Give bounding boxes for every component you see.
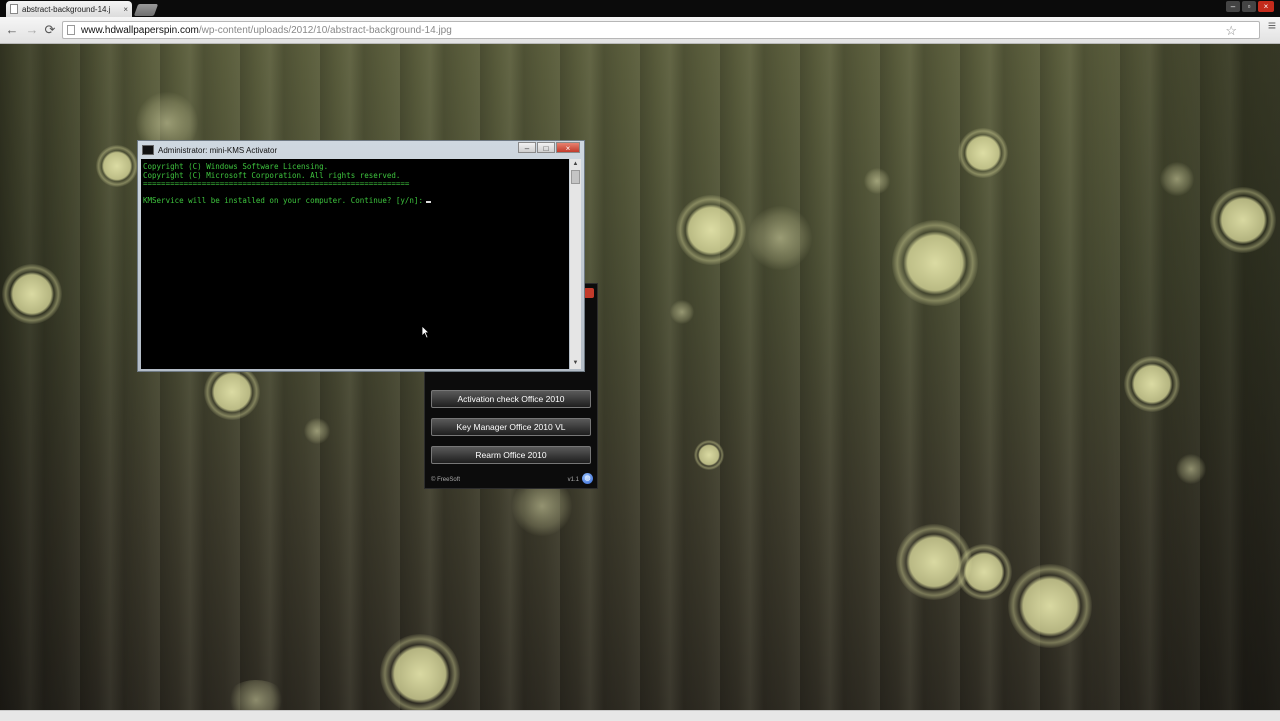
kms-footer-credit: © FreeSoft xyxy=(431,477,461,483)
page-icon xyxy=(67,25,75,35)
bokeh-circle xyxy=(1008,564,1092,648)
scroll-down-icon[interactable]: ▼ xyxy=(571,359,580,368)
bokeh-circle xyxy=(748,206,812,270)
browser-bottom-edge xyxy=(0,710,1280,721)
bokeh-circle xyxy=(864,168,890,194)
new-tab-button[interactable] xyxy=(133,4,159,16)
kms-close-button[interactable] xyxy=(584,288,594,298)
window-controls: – ▫ × xyxy=(1226,1,1274,12)
bokeh-circle xyxy=(1160,162,1194,196)
browser-toolbar: ← → ⟳ www.hdwallpaperspin.com /wp-conten… xyxy=(0,17,1280,44)
kms-version: v1.1 xyxy=(567,477,579,483)
bokeh-circle xyxy=(694,440,724,470)
console-prompt-line: KMService will be installed on your comp… xyxy=(143,196,431,205)
scroll-thumb[interactable] xyxy=(571,170,580,184)
console-icon xyxy=(142,145,154,155)
console-output[interactable]: Copyright (C) Windows Software Licensing… xyxy=(141,159,569,369)
console-window: Administrator: mini-KMS Activator – □ × … xyxy=(137,140,585,372)
bokeh-circle xyxy=(380,634,460,710)
browser-titlebar: abstract-background-14.j × – ▫ × xyxy=(0,0,1280,17)
key-manager-office-button[interactable]: Key Manager Office 2010 VL xyxy=(431,418,591,436)
tab-title: abstract-background-14.j xyxy=(22,4,111,14)
bookmark-star-icon[interactable]: ☆ xyxy=(1225,23,1237,39)
url-path: /wp-content/uploads/2012/10/abstract-bac… xyxy=(198,24,452,36)
globe-icon[interactable]: ◍ xyxy=(582,473,593,484)
bokeh-circle xyxy=(892,220,978,306)
bokeh-circle xyxy=(304,418,330,444)
page-icon xyxy=(10,4,18,14)
close-button[interactable]: × xyxy=(1258,1,1274,12)
maximize-button[interactable]: ▫ xyxy=(1242,1,1256,12)
browser-tab[interactable]: abstract-background-14.j × xyxy=(6,1,132,17)
console-close-button[interactable]: × xyxy=(556,142,580,153)
bokeh-circle xyxy=(204,364,260,420)
console-scrollbar[interactable]: ▲ ▼ xyxy=(570,159,581,369)
bokeh-circle xyxy=(956,544,1012,600)
bokeh-circle xyxy=(1124,356,1180,412)
console-window-controls: – □ × xyxy=(518,142,580,153)
bokeh-circle xyxy=(2,264,62,324)
bokeh-circle xyxy=(96,145,138,187)
console-minimize-button[interactable]: – xyxy=(518,142,536,153)
activation-check-office-button[interactable]: Activation check Office 2010 xyxy=(431,390,591,408)
tab-close-icon[interactable]: × xyxy=(123,5,128,14)
bokeh-circle xyxy=(1210,187,1276,253)
bokeh-circle xyxy=(226,680,286,710)
bokeh-circle xyxy=(676,195,746,265)
forward-button[interactable]: → xyxy=(24,21,40,39)
mouse-pointer-icon xyxy=(421,325,430,339)
scroll-up-icon[interactable]: ▲ xyxy=(571,160,580,169)
console-maximize-button[interactable]: □ xyxy=(537,142,555,153)
console-titlebar[interactable]: Administrator: mini-KMS Activator xyxy=(142,143,277,157)
back-button[interactable]: ← xyxy=(4,21,20,39)
minimize-button[interactable]: – xyxy=(1226,1,1240,12)
console-prompt-text: KMService will be installed on your comp… xyxy=(143,196,423,205)
console-line: Copyright (C) Windows Software Licensing… xyxy=(143,162,329,171)
console-line: ========================================… xyxy=(143,179,410,188)
menu-icon[interactable]: ≡ xyxy=(1268,17,1276,33)
url-domain: www.hdwallpaperspin.com xyxy=(81,24,199,36)
rearm-office-button[interactable]: Rearm Office 2010 xyxy=(431,446,591,464)
bokeh-circle xyxy=(1176,454,1206,484)
address-bar[interactable]: www.hdwallpaperspin.com /wp-content/uplo… xyxy=(62,21,1260,39)
console-title: Administrator: mini-KMS Activator xyxy=(158,145,278,155)
bokeh-circle xyxy=(958,128,1008,178)
reload-button[interactable]: ⟳ xyxy=(42,21,58,39)
bokeh-circle xyxy=(670,300,694,324)
text-cursor xyxy=(425,201,431,203)
